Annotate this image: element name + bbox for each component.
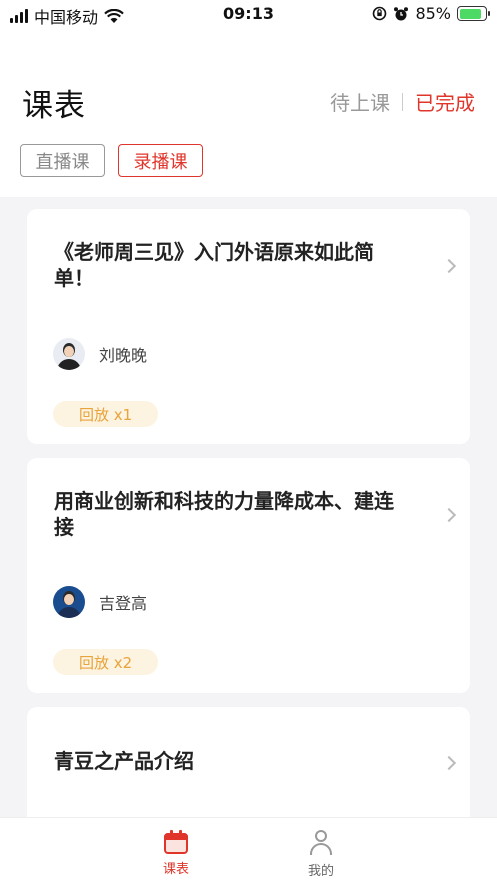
battery-percent: 85%: [415, 4, 451, 23]
battery-level: [459, 8, 481, 19]
course-card[interactable]: 《老师周三见》入门外语原来如此简单！ 刘晚晚 回放 x1: [27, 209, 470, 444]
battery-icon: [457, 6, 490, 21]
course-title: 用商业创新和科技的力量降成本、建连接: [54, 489, 394, 539]
nav-label: 我的: [307, 864, 334, 879]
nav-item-schedule[interactable]: 课表: [146, 830, 206, 877]
tab-live-course[interactable]: 直播课: [20, 144, 105, 177]
header: 课表 待上课 已完成 直播课 录播课: [0, 30, 497, 197]
course-title: 青豆之产品介绍: [54, 749, 194, 773]
replay-badge: 回放 x2: [53, 649, 159, 675]
tab-recorded-course[interactable]: 录播课: [118, 144, 203, 177]
tab-completed[interactable]: 已完成: [415, 87, 475, 116]
chevron-right-icon: [441, 755, 457, 771]
course-card[interactable]: 用商业创新和科技的力量降成本、建连接 吉登高 回放 x2: [27, 458, 470, 693]
course-type-tabs: 直播课 录播课: [20, 144, 203, 177]
teacher-avatar: [53, 586, 85, 618]
bottom-nav: 课表 我的: [0, 817, 497, 883]
status-bar: 中国移动 09:13 85%: [0, 0, 497, 30]
replay-badge: 回放 x1: [53, 401, 159, 427]
calendar-icon: [164, 830, 188, 854]
tab-divider: [402, 92, 403, 111]
orientation-lock-icon: [373, 6, 387, 21]
teacher-name: 刘晚晚: [99, 346, 148, 365]
alarm-icon: [394, 6, 409, 20]
course-card[interactable]: 青豆之产品介绍: [27, 707, 470, 817]
nav-label: 课表: [162, 862, 189, 877]
nav-item-profile[interactable]: 我的: [291, 830, 351, 879]
chevron-right-icon: [441, 258, 457, 274]
tab-upcoming[interactable]: 待上课: [330, 87, 390, 116]
chevron-right-icon: [441, 507, 457, 523]
teacher-info: 刘晚晚: [53, 338, 147, 370]
status-right: 85%: [372, 4, 490, 23]
status-tabs: 待上课 已完成: [330, 87, 475, 116]
user-icon: [309, 830, 333, 856]
teacher-name: 吉登高: [99, 594, 148, 613]
teacher-avatar: [53, 338, 85, 370]
course-title: 《老师周三见》入门外语原来如此简单！: [54, 240, 374, 290]
course-list: 《老师周三见》入门外语原来如此简单！ 刘晚晚 回放 x1 用商业创新和科技的力量…: [0, 197, 497, 817]
page-title: 课表: [22, 88, 86, 124]
teacher-info: 吉登高: [53, 586, 147, 618]
